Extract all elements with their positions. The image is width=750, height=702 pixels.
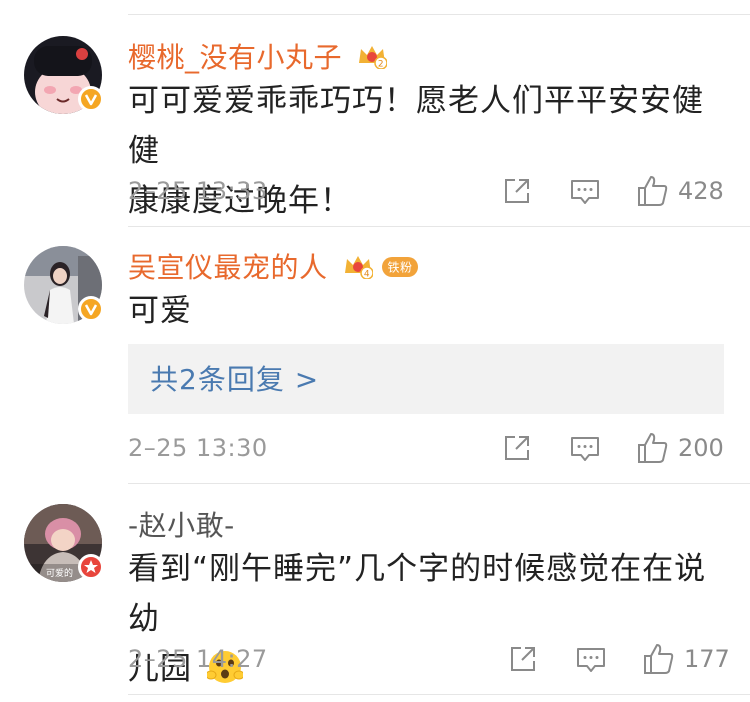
thumbs-up-icon bbox=[638, 433, 668, 463]
like-button[interactable]: 200 bbox=[636, 431, 724, 465]
fan-tag-badge: 铁粉 bbox=[382, 253, 419, 286]
view-replies-link[interactable]: 共2条回复 > bbox=[150, 358, 319, 398]
crown-icon: 2 bbox=[357, 43, 389, 76]
share-button[interactable] bbox=[502, 433, 532, 463]
top-divider bbox=[128, 14, 750, 15]
comment-icon bbox=[577, 648, 605, 672]
username[interactable]: 樱桃_没有小丸子 2 bbox=[128, 36, 389, 76]
avatar[interactable]: 可爱的 bbox=[24, 504, 104, 582]
avatar[interactable] bbox=[24, 36, 104, 114]
username[interactable]: 吴宣仪最宠的人 4 铁粉 bbox=[128, 246, 419, 286]
like-count: 177 bbox=[684, 645, 730, 673]
svg-text:2: 2 bbox=[378, 59, 384, 69]
share-button[interactable] bbox=[508, 644, 538, 674]
like-button[interactable]: 177 bbox=[642, 642, 730, 676]
timestamp: 2–25 13:30 bbox=[128, 434, 268, 462]
verified-badge-icon bbox=[78, 86, 104, 112]
thumbs-up-icon bbox=[638, 176, 668, 206]
username[interactable]: -赵小敢- bbox=[128, 504, 235, 544]
comment-icon bbox=[571, 180, 599, 204]
share-icon bbox=[505, 436, 529, 460]
comment-text: 可爱 bbox=[128, 286, 728, 336]
like-count: 428 bbox=[678, 177, 724, 205]
comment-text-line: 可爱 bbox=[128, 293, 192, 329]
verified-badge-icon bbox=[78, 296, 104, 322]
comment-text-line: 可可爱爱乖乖巧巧！愿老人们平平安安健健 bbox=[128, 83, 704, 169]
like-button[interactable]: 428 bbox=[636, 174, 724, 208]
share-icon bbox=[511, 647, 535, 671]
share-button[interactable] bbox=[502, 176, 532, 206]
comment-icon bbox=[571, 437, 599, 461]
comment-text-line: 看到“刚午睡完”几个字的时候感觉在在说幼 bbox=[128, 551, 707, 637]
divider bbox=[128, 694, 750, 695]
thumbs-up-icon bbox=[644, 644, 674, 674]
reply-button[interactable] bbox=[569, 177, 601, 207]
username-text[interactable]: -赵小敢- bbox=[128, 509, 235, 542]
svg-text:铁粉: 铁粉 bbox=[388, 260, 413, 274]
like-count: 200 bbox=[678, 434, 724, 462]
reply-button[interactable] bbox=[575, 645, 607, 675]
timestamp: 2–25 14:27 bbox=[128, 645, 268, 673]
username-text[interactable]: 吴宣仪最宠的人 bbox=[128, 251, 328, 284]
divider bbox=[128, 226, 750, 227]
crown-icon: 4 bbox=[343, 253, 374, 286]
share-icon bbox=[505, 179, 529, 203]
verified-badge-icon bbox=[78, 554, 104, 580]
avatar[interactable] bbox=[24, 246, 104, 324]
reply-thread-box[interactable]: 共2条回复 > bbox=[128, 344, 724, 414]
username-text[interactable]: 樱桃_没有小丸子 bbox=[128, 41, 342, 74]
svg-text:可爱的: 可爱的 bbox=[46, 567, 73, 579]
timestamp: 2–25 13:33 bbox=[128, 177, 268, 205]
svg-text:4: 4 bbox=[364, 269, 370, 279]
divider bbox=[128, 483, 750, 484]
reply-button[interactable] bbox=[569, 434, 601, 464]
